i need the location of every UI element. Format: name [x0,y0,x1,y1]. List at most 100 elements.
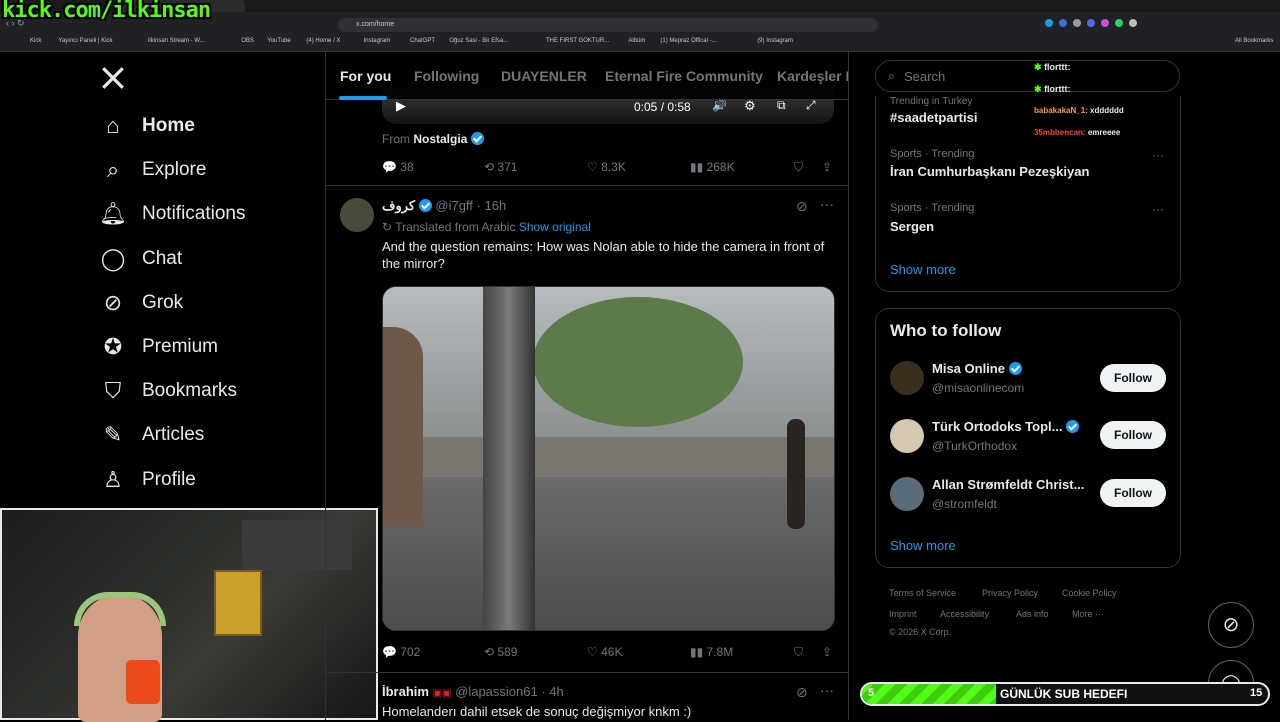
nav-item-notifications[interactable]: 🔔︎ Notifications [99,194,245,234]
repost-button[interactable]: ⟲ 371 [484,160,517,174]
nav-item-grok[interactable]: ⊘ Grok [100,283,183,323]
footer-link[interactable]: Cookie Policy [1062,588,1117,598]
footer-link[interactable]: Terms of Service [889,588,956,598]
trend-title[interactable]: #saadetpartisi [890,110,977,125]
trending-show-more[interactable]: Show more [890,262,956,277]
follow-user-handle[interactable]: @TurkOrthodox [932,439,1017,453]
author-name[interactable]: كروف [382,198,415,213]
nav-item-bookmarks[interactable]: ⛉ Bookmarks [100,371,237,411]
author-handle[interactable]: @lapassion61 [455,684,538,699]
settings-gear-icon[interactable]: ⚙ [744,98,756,114]
bookmark-item[interactable]: ilkinsan Stream - W... [148,38,205,44]
avatar[interactable] [890,419,924,453]
tab-kardesler[interactable]: Kardeşler K [777,68,848,84]
follow-user-name[interactable]: Allan Strømfeldt Christ... [932,477,1084,492]
follow-button[interactable]: Follow [1100,364,1166,392]
bookmark-item[interactable]: (1) Mepraz Offical -... [660,38,716,44]
trend-title[interactable]: Sergen [890,219,934,234]
extension-icon[interactable] [1129,19,1137,27]
follow-user-handle[interactable]: @misaonlinecom [932,381,1024,395]
grok-icon[interactable]: ⊘ [796,198,808,215]
extension-icons[interactable] [1045,19,1275,31]
more-icon[interactable]: ··· [820,196,834,212]
follow-button[interactable]: Follow [1100,421,1166,449]
trend-context: Trending in Turkey [890,96,973,107]
tweet-time[interactable]: · 16h [477,198,507,213]
bookmark-item[interactable]: ChatGPT [410,38,435,44]
search-placeholder[interactable]: Search [904,69,945,84]
footer-link[interactable]: Imprint [889,609,917,619]
show-original-link[interactable]: Show original [519,220,591,234]
bookmark-item[interactable]: Albüm [628,38,645,44]
repost-button[interactable]: ⟲ 589 [484,645,517,659]
x-logo-icon[interactable] [100,65,126,99]
bookmark-item[interactable]: Instagram [364,38,391,44]
follow-user-handle[interactable]: @stromfeldt [932,497,997,511]
tweet-time[interactable]: · 4h [541,684,563,699]
pip-icon[interactable]: ⧉ [777,98,786,113]
like-button[interactable]: ♡ 46K [587,645,622,659]
fullscreen-icon[interactable]: ⤢ [806,98,816,113]
footer-link[interactable]: Privacy Policy [982,588,1038,598]
extension-icon[interactable] [1059,19,1067,27]
bookmark-icon: ⛉ [104,378,122,404]
volume-icon[interactable]: 🔊 [712,98,727,112]
author-handle[interactable]: @i7gff [435,198,473,213]
avatar[interactable] [340,198,374,232]
address-bar[interactable]: x.com/home [338,18,878,32]
bookmark-icon[interactable]: ⛉ [794,645,803,660]
grok-floating-icon[interactable]: ⊘ [1208,602,1254,648]
avatar[interactable] [890,361,924,395]
follow-user-name[interactable]: Misa Online [932,361,1022,376]
more-icon[interactable]: ··· [1152,202,1164,216]
extension-icon[interactable] [1087,19,1095,27]
nav-item-chat[interactable]: ◯ Chat [100,239,182,279]
premium-icon: ✪ [103,334,123,359]
footer-link[interactable]: More ··· [1072,609,1104,619]
trend-title[interactable]: İran Cumhurbaşkanı Pezeşkiyan [890,164,1089,179]
reply-button[interactable]: 💬 38 [382,160,414,174]
bookmark-icon[interactable]: ⛉ [794,160,803,175]
bookmark-item[interactable]: OBS [241,38,254,44]
source-name[interactable]: Nostalgia [413,132,467,146]
more-icon[interactable]: ··· [1152,148,1164,162]
extension-icon[interactable] [1115,19,1123,27]
views-button[interactable]: ▮▮ 7.8M [690,645,733,659]
more-icon[interactable]: ··· [820,682,834,698]
avatar[interactable] [890,477,924,511]
bookmark-item[interactable]: (4) Home / X [306,38,340,44]
who-to-follow-show-more[interactable]: Show more [890,538,956,553]
footer-link[interactable]: Accessibility [940,609,989,619]
tab-eternal-fire-community[interactable]: Eternal Fire Community [605,68,763,84]
views-button[interactable]: ▮▮ 268K [690,160,735,174]
reply-button[interactable]: 💬 702 [382,645,420,659]
nav-item-articles[interactable]: ✎ Articles [100,415,205,455]
share-icon[interactable]: ⇪ [822,645,832,659]
bookmark-item[interactable]: Kick [30,38,41,44]
bookmark-item[interactable]: Yayıncı Paneli | Kick [58,38,112,44]
footer-link[interactable]: Ads info [1016,609,1049,619]
tweet-video[interactable] [382,286,835,631]
follow-user-name[interactable]: Türk Ortodoks Topl... [932,419,1080,434]
bookmark-item[interactable]: YouTube [267,38,291,44]
bookmark-item[interactable]: (9) Instagram [757,38,793,44]
extension-icon[interactable] [1073,19,1081,27]
follow-button[interactable]: Follow [1100,479,1166,507]
extension-icon[interactable] [1101,19,1109,27]
all-bookmarks[interactable]: All Bookmarks [1235,38,1273,44]
tab-duayenler[interactable]: DUAYENLER [501,68,587,84]
author-name[interactable]: İbrahim [382,684,429,699]
bookmark-item[interactable]: Oğuz Sasi - Bir Efsa... [449,38,508,44]
extension-icon[interactable] [1045,19,1053,27]
nav-item-profile[interactable]: ♙ Profile [100,460,196,500]
nav-item-premium[interactable]: ✪ Premium [100,327,218,367]
share-icon[interactable]: ⇪ [822,160,832,174]
nav-item-explore[interactable]: ⌕ Explore [100,150,207,190]
like-button[interactable]: ♡ 8.3K [587,160,626,174]
tab-for-you[interactable]: For you [340,68,391,84]
bookmark-item[interactable]: THE FIRST GOKTUR... [546,38,609,44]
nav-item-home[interactable]: ⌂ Home [100,106,194,146]
tab-following[interactable]: Following [414,68,479,84]
grok-icon[interactable]: ⊘ [796,684,808,701]
play-icon[interactable]: ▶ [396,98,406,114]
